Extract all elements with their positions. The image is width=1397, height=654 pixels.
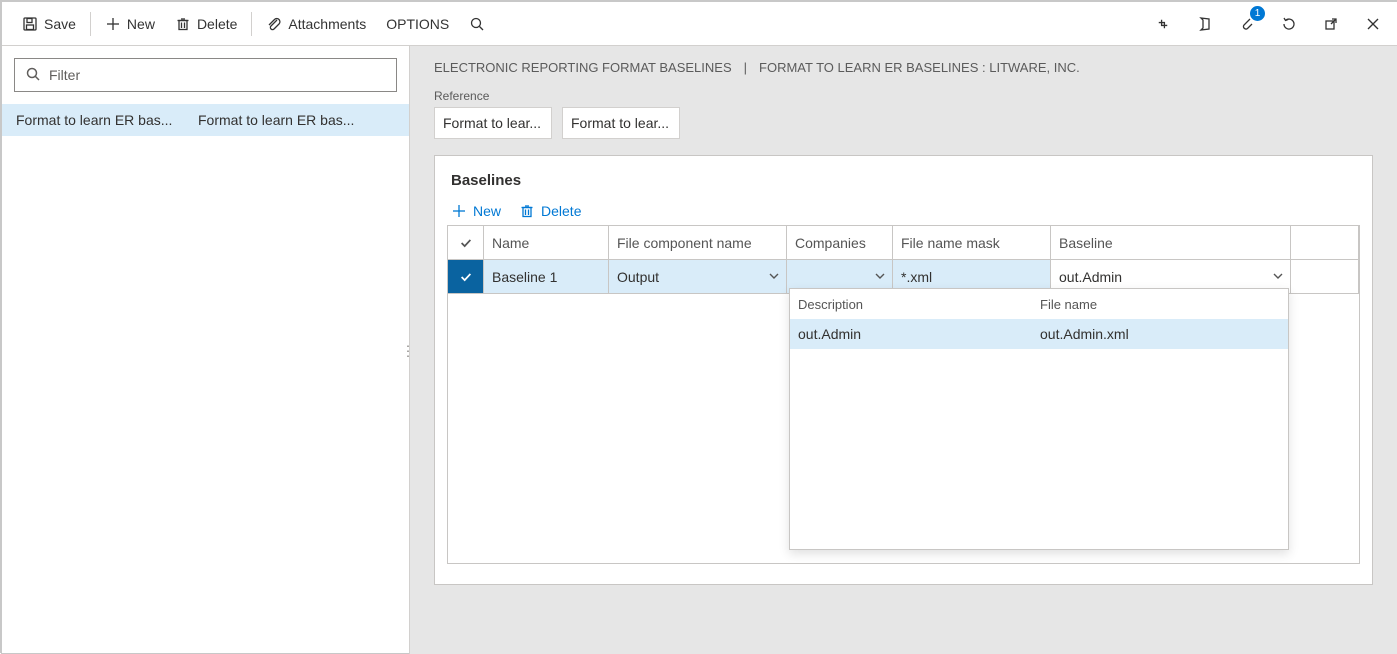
plus-icon [451,203,467,219]
filter-input[interactable]: Filter [14,58,397,92]
card-new-button[interactable]: New [451,203,501,219]
new-button[interactable]: New [95,10,165,38]
chevron-down-icon [874,269,886,285]
filter-placeholder: Filter [49,67,80,83]
trash-icon [175,16,191,32]
attachments-button[interactable]: Attachments [256,10,376,38]
row-rest [1291,260,1359,294]
reference-field-1[interactable]: Format to lear... [434,107,552,139]
crumb-root[interactable]: ELECTRONIC REPORTING FORMAT BASELINES [434,60,732,75]
filter-search-icon [25,66,41,85]
options-label: OPTIONS [386,16,449,32]
attach-notify-icon[interactable]: 1 [1233,10,1261,38]
save-label: Save [44,16,76,32]
save-button[interactable]: Save [12,10,86,38]
baselines-card: Baselines New Delete [434,155,1373,585]
grid-header: Name File component name Companies File … [448,226,1359,260]
crumb-leaf: FORMAT TO LEARN ER BASELINES : LITWARE, … [759,60,1080,75]
breadcrumb: ELECTRONIC REPORTING FORMAT BASELINES | … [410,46,1397,79]
delete-button[interactable]: Delete [165,10,247,38]
header-companies[interactable]: Companies [787,226,893,260]
dropdown-filename: out.Admin.xml [1032,326,1288,342]
separator [251,12,252,36]
card-new-label: New [473,203,501,219]
badge: 1 [1250,6,1265,21]
header-baseline[interactable]: Baseline [1051,226,1291,260]
paperclip-icon [266,16,282,32]
row-file-value: Output [617,269,659,285]
trash-icon [519,203,535,219]
card-title: Baselines [447,172,1360,203]
dropdown-empty [790,349,1288,549]
card-delete-label: Delete [541,203,581,219]
header-mask[interactable]: File name mask [893,226,1051,260]
delete-label: Delete [197,16,237,32]
baselines-grid: Name File component name Companies File … [447,225,1360,294]
dropdown-row[interactable]: out.Admin out.Admin.xml [790,319,1288,349]
reference-label: Reference [410,79,1397,103]
left-pane: Filter Format to learn ER bas... Format … [2,46,410,654]
baseline-dropdown[interactable]: Description File name out.Admin out.Admi… [789,288,1289,550]
office-icon[interactable] [1191,10,1219,38]
chevron-down-icon [768,269,780,285]
header-check[interactable] [448,226,484,260]
card-delete-button[interactable]: Delete [519,203,581,219]
row-check[interactable] [448,260,484,294]
popout-icon[interactable] [1317,10,1345,38]
list-item[interactable]: Format to learn ER bas... Format to lear… [2,104,409,136]
list-item-col2: Format to learn ER bas... [198,112,403,128]
attachments-label: Attachments [288,16,366,32]
list-item-col1: Format to learn ER bas... [16,112,186,128]
dropdown-header: Description File name [790,289,1288,319]
top-right: 1 [1149,10,1387,38]
save-icon [22,16,38,32]
row-file[interactable]: Output [609,260,787,294]
dropdown-col-filename: File name [1032,297,1288,312]
row-name[interactable]: Baseline 1 [484,260,609,294]
close-icon[interactable] [1359,10,1387,38]
link-icon[interactable] [1149,10,1177,38]
dropdown-description: out.Admin [790,326,1032,342]
options-button[interactable]: OPTIONS [376,10,459,38]
main-pane: ELECTRONIC REPORTING FORMAT BASELINES | … [410,46,1397,654]
row-baseline-value: out.Admin [1059,269,1122,285]
search-button[interactable] [459,10,495,38]
dropdown-col-description: Description [790,297,1032,312]
chevron-down-icon [1272,269,1284,285]
new-label: New [127,16,155,32]
header-name[interactable]: Name [484,226,609,260]
search-icon [469,16,485,32]
separator [90,12,91,36]
top-toolbar: Save New Delete Attachments OPTIONS [2,2,1397,46]
reference-field-2[interactable]: Format to lear... [562,107,680,139]
crumb-sep: | [744,60,747,75]
header-rest [1291,226,1359,260]
header-file[interactable]: File component name [609,226,787,260]
refresh-icon[interactable] [1275,10,1303,38]
plus-icon [105,16,121,32]
